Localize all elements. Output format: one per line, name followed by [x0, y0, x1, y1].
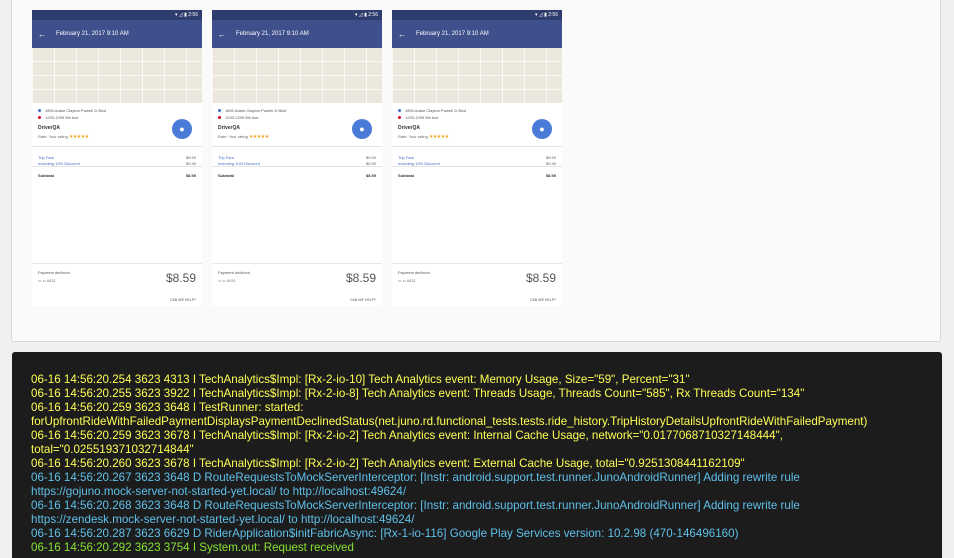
status-icons: ▾ ◿ ▮ 2:56	[534, 12, 558, 18]
log-line: 06-16 14:56:20.259 3623 3678 I TechAnaly…	[31, 429, 783, 442]
app-bar: ← February 21, 2017 9:10 AM	[392, 20, 562, 48]
rating-stars: ★★★★★	[248, 134, 269, 140]
discount-label: Including 10% Discount	[398, 161, 440, 166]
driver-block: DriverQA Rate: Your rating ★★★★★ ●	[212, 119, 382, 147]
dropoff-dot-icon	[398, 116, 401, 120]
subtotal-value: $8.59	[545, 173, 556, 178]
status-bar: ▾ ◿ ▮ 2:56	[32, 10, 202, 20]
pickup-dot-icon	[398, 109, 401, 113]
payment-declined-block: Payment declined ▭ •• 8431 $8.59	[212, 263, 382, 293]
pickup-dot-icon	[38, 109, 41, 113]
address-block: 1800 Adam Clayton Powell Jr Blvd 1293-12…	[32, 103, 202, 121]
screen-title: February 21, 2017 9:10 AM	[56, 31, 129, 37]
avatar-icon: ●	[352, 119, 372, 139]
rating-stars: ★★★★★	[428, 134, 449, 140]
rating-label: Rate: Your rating	[218, 134, 248, 139]
rating-stars: ★★★★★	[68, 134, 89, 140]
status-icons: ▾ ◿ ▮ 2:56	[174, 12, 198, 18]
driver-block: DriverQA Rate: Your rating ★★★★★ ●	[32, 119, 202, 147]
map-area	[212, 48, 382, 103]
log-line: total="0.025519371032714844"	[31, 443, 194, 456]
declined-amount: $8.59	[345, 271, 376, 285]
pickup-address: 1800 Adam Clayton Powell Jr Blvd	[225, 108, 287, 113]
log-line: 06-16 14:56:20.254 3623 4313 I TechAnaly…	[31, 373, 690, 386]
fare-block: Trip Fare $9.59 Including 10% Discount $0.…	[212, 147, 382, 167]
screenshot-gallery: ▾ ◿ ▮ 2:56 ← February 21, 2017 9:10 AM 18…	[11, 0, 941, 342]
pickup-address: 1800 Adam Clayton Powell Jr Blvd	[45, 108, 107, 113]
discount-value: $0.99	[365, 161, 376, 166]
discount-label: Including 10% Discount	[38, 161, 80, 166]
discount-value: $0.99	[545, 161, 556, 166]
status-bar: ▾ ◿ ▮ 2:56	[392, 10, 562, 20]
subtotal-label: Subtotal	[38, 173, 54, 178]
log-line: 06-16 14:56:20.267 3623 3648 D RouteRequ…	[31, 471, 800, 484]
screenshot-thumbnail[interactable]: ▾ ◿ ▮ 2:56 ← February 21, 2017 9:10 AM 18…	[212, 10, 382, 306]
subtotal-value: $8.59	[185, 173, 196, 178]
discount-label: Including 10% Discount	[218, 161, 260, 166]
screen-title: February 21, 2017 9:10 AM	[236, 31, 309, 37]
payment-declined-block: Payment declined ▭ •• 8431 $8.59	[392, 263, 562, 293]
app-bar: ← February 21, 2017 9:10 AM	[32, 20, 202, 48]
dropoff-dot-icon	[218, 116, 221, 120]
status-bar: ▾ ◿ ▮ 2:56	[212, 10, 382, 20]
dropoff-dot-icon	[38, 116, 41, 120]
help-link[interactable]: CAN WE HELP?	[530, 298, 556, 302]
log-line: 06-16 14:56:20.255 3623 3922 I TechAnaly…	[31, 387, 805, 400]
declined-amount: $8.59	[165, 271, 196, 285]
log-line: 06-16 14:56:20.260 3623 3678 I TechAnaly…	[31, 457, 745, 470]
avatar-icon: ●	[172, 119, 192, 139]
log-line: 06-16 14:56:20.287 3623 6629 D RiderAppl…	[31, 527, 739, 540]
pickup-dot-icon	[218, 109, 221, 113]
subtotal-row: Subtotal $8.59	[32, 167, 202, 178]
back-arrow-icon: ←	[38, 29, 46, 39]
dropoff-address: 1293-1299 5th Ave	[45, 115, 79, 120]
subtotal-label: Subtotal	[398, 173, 414, 178]
log-console[interactable]: 06-16 14:56:20.254 3623 4313 I TechAnaly…	[12, 352, 942, 558]
driver-block: DriverQA Rate: Your rating ★★★★★ ●	[392, 119, 562, 147]
declined-amount: $8.59	[525, 271, 556, 285]
app-bar: ← February 21, 2017 9:10 AM	[212, 20, 382, 48]
map-area	[32, 48, 202, 103]
screenshot-thumbnail[interactable]: ▾ ◿ ▮ 2:56 ← February 21, 2017 9:10 AM 18…	[392, 10, 562, 306]
address-block: 1800 Adam Clayton Powell Jr Blvd 1293-12…	[212, 103, 382, 121]
status-icons: ▾ ◿ ▮ 2:56	[354, 12, 378, 18]
help-link[interactable]: CAN WE HELP?	[170, 298, 196, 302]
dropoff-address: 1293-1299 5th Ave	[225, 115, 259, 120]
screenshot-thumbnail[interactable]: ▾ ◿ ▮ 2:56 ← February 21, 2017 9:10 AM 18…	[32, 10, 202, 306]
subtotal-row: Subtotal $8.59	[212, 167, 382, 178]
fare-block: Trip Fare $9.59 Including 10% Discount $0.…	[392, 147, 562, 167]
subtotal-label: Subtotal	[218, 173, 234, 178]
screen-title: February 21, 2017 9:10 AM	[416, 31, 489, 37]
log-line: https://gojuno.mock-server-not-started-y…	[31, 485, 407, 498]
rating-label: Rate: Your rating	[38, 134, 68, 139]
fare-block: Trip Fare $9.59 Including 10% Discount $0.…	[32, 147, 202, 167]
map-area	[392, 48, 562, 103]
help-link[interactable]: CAN WE HELP?	[350, 298, 376, 302]
pickup-address: 1800 Adam Clayton Powell Jr Blvd	[405, 108, 467, 113]
avatar-icon: ●	[532, 119, 552, 139]
log-line: 06-16 14:56:20.268 3623 3648 D RouteRequ…	[31, 499, 800, 512]
rating-label: Rate: Your rating	[398, 134, 428, 139]
back-arrow-icon: ←	[218, 29, 226, 39]
log-line: 06-16 14:56:20.292 3623 3754 I System.ou…	[31, 541, 354, 554]
payment-declined-block: Payment declined ▭ •• 8431 $8.59	[32, 263, 202, 293]
log-line: https://zendesk.mock-server-not-started-…	[31, 513, 415, 526]
subtotal-row: Subtotal $8.59	[392, 167, 562, 178]
address-block: 1800 Adam Clayton Powell Jr Blvd 1293-12…	[392, 103, 562, 121]
log-line: forUpfrontRideWithFailedPaymentDisplaysP…	[31, 415, 868, 428]
back-arrow-icon: ←	[398, 29, 406, 39]
dropoff-address: 1293-1299 5th Ave	[405, 115, 439, 120]
subtotal-value: $8.59	[365, 173, 376, 178]
discount-value: $0.99	[185, 161, 196, 166]
log-line: 06-16 14:56:20.259 3623 3648 I TestRunne…	[31, 401, 304, 414]
